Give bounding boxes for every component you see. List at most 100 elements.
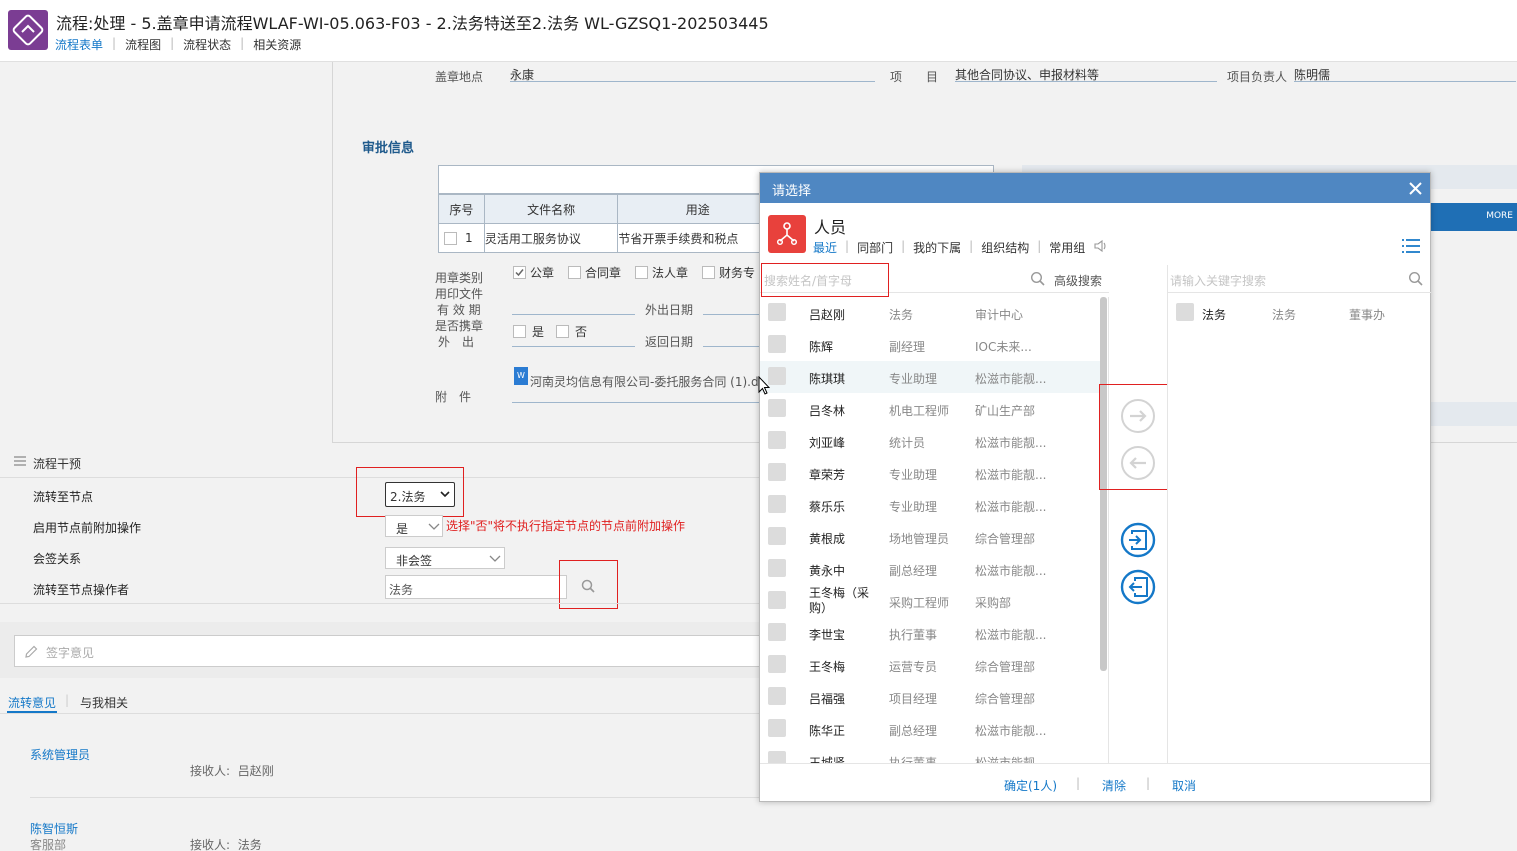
operator-input[interactable]: 法务: [385, 575, 567, 599]
search-icon[interactable]: [580, 578, 596, 594]
person-title: 专业助理: [889, 372, 938, 386]
table-header-seq: 序号: [438, 194, 485, 224]
validity-field[interactable]: [512, 299, 635, 315]
project-owner-value: 陈明儒: [1294, 68, 1331, 82]
person-name: 吕赵刚: [809, 308, 846, 322]
person-row[interactable]: 吕福强 项目经理 综合管理部: [760, 681, 1100, 713]
person-row[interactable]: 王冬梅（采购） 采购工程师 采购部: [760, 585, 1100, 617]
node-select[interactable]: 2.法务: [385, 482, 455, 507]
tab-related[interactable]: 与我相关: [80, 694, 128, 711]
remove-arrow-icon[interactable]: [1120, 445, 1156, 481]
comment-author[interactable]: 系统管理员: [30, 746, 90, 763]
clear-button[interactable]: 清除: [1102, 777, 1126, 794]
pre-op-label: 启用节点前附加操作: [33, 521, 142, 535]
person-row[interactable]: 刘亚峰 统计员 松滋市能靓...: [760, 425, 1100, 457]
selected-person-row[interactable]: 法务 法务 董事办: [1168, 297, 1430, 329]
row-checkbox[interactable]: [444, 232, 457, 245]
seal-type-checkbox-0[interactable]: [513, 266, 526, 279]
person-row[interactable]: 王冬梅 运营专员 综合管理部: [760, 649, 1100, 681]
person-row[interactable]: 陈琪琪 专业助理 松滋市能靓...: [760, 361, 1100, 393]
tab-resources[interactable]: 相关资源: [253, 36, 301, 53]
mouse-cursor-icon: [758, 376, 770, 396]
comment-author[interactable]: 陈智恒斯: [30, 820, 78, 837]
project-owner-field[interactable]: 陈明儒: [1294, 66, 1516, 82]
tab-common-groups[interactable]: 常用组: [1049, 239, 1085, 256]
person-row[interactable]: 陈辉 副经理 IOC未来...: [760, 329, 1100, 361]
tab-flowchart[interactable]: 流程图: [125, 36, 161, 53]
person-row[interactable]: 王城贤 执行董事 松滋市能靓...: [760, 745, 1100, 763]
receiver-value: 法务: [237, 838, 262, 851]
avatar: [1176, 303, 1194, 321]
comment-dept: 客服部: [30, 838, 67, 851]
add-arrow-icon[interactable]: [1120, 398, 1156, 434]
carry-field[interactable]: [512, 331, 635, 347]
person-row[interactable]: 吕冬林 机电工程师 矿山生产部: [760, 393, 1100, 425]
header-tabs: 流程表单 | 流程图 | 流程状态 | 相关资源: [55, 36, 301, 53]
person-row[interactable]: 蔡乐乐 专业助理 松滋市能靓...: [760, 489, 1100, 521]
tab-separator: |: [969, 239, 974, 253]
seal-type-checkbox-1[interactable]: [568, 266, 582, 279]
person-row[interactable]: 黄根成 场地管理员 综合管理部: [760, 521, 1100, 553]
window-header: 流程:处理 - 5.盖章申请流程WLAF-WI-05.063-F03 - 2.法…: [0, 0, 1517, 62]
tab-form[interactable]: 流程表单: [55, 36, 103, 53]
avatar: [768, 591, 786, 609]
item-field[interactable]: 其他合同协议、申报材料等: [955, 66, 1217, 82]
person-row[interactable]: 章荣芳 专业助理 松滋市能靓...: [760, 457, 1100, 489]
attachment-link[interactable]: 河南灵均信息有限公司-委托服务合同 (1).d: [530, 373, 759, 390]
selected-search-input[interactable]: 请输入关键字搜索: [1170, 272, 1266, 289]
tab-same-dept[interactable]: 同部门: [857, 239, 893, 256]
person-row[interactable]: 黄永中 副总经理 松滋市能靓...: [760, 553, 1100, 585]
countersign-select[interactable]: 非会签: [385, 547, 505, 569]
tab-flow-comments[interactable]: 流转意见: [8, 694, 56, 711]
seal-location-field[interactable]: 永康: [510, 66, 875, 82]
seal-type-checkbox-3[interactable]: [702, 266, 716, 279]
receiver-value: 吕赵刚: [237, 764, 274, 778]
comment-receiver: 接收人: 法务: [190, 836, 262, 851]
out-label: 外 出: [438, 335, 475, 349]
person-title: 机电工程师: [889, 404, 950, 418]
sign-input[interactable]: 签字意见: [14, 635, 774, 667]
pre-op-select[interactable]: 是: [385, 515, 443, 537]
person-name: 陈琪琪: [809, 372, 846, 386]
attachment-label: 附 件: [435, 390, 472, 404]
person-name: 陈辉: [809, 340, 834, 354]
return-date-field[interactable]: [703, 331, 759, 347]
receiver-label: 接收人:: [190, 838, 231, 851]
comment-receiver: 接收人: 吕赵刚: [190, 762, 274, 779]
more-link[interactable]: MORE: [1486, 211, 1513, 221]
search-icon[interactable]: [1030, 271, 1045, 286]
person-row[interactable]: 李世宝 执行董事 松滋市能靓...: [760, 617, 1100, 649]
avatar: [768, 367, 786, 385]
tab-subordinates[interactable]: 我的下属: [913, 239, 961, 256]
speaker-icon[interactable]: [1093, 239, 1109, 256]
tab-recent[interactable]: 最近: [813, 239, 837, 256]
people-list: 吕赵刚 法务 审计中心 陈辉 副经理 IOC未来... 陈琪琪 专业助理 松滋市能靓... …: [760, 297, 1109, 763]
word-file-icon: W: [514, 367, 528, 385]
seal-type-checkbox-2[interactable]: [635, 266, 649, 279]
person-row[interactable]: 陈华正 副总经理 松滋市能靓...: [760, 713, 1100, 745]
out-date-label: 外出日期: [645, 303, 694, 317]
advanced-search-link[interactable]: 高级搜索: [1054, 272, 1102, 289]
sign-placeholder: 签字意见: [46, 646, 95, 660]
cancel-button[interactable]: 取消: [1172, 777, 1196, 794]
node-select-value: 2.法务: [390, 490, 426, 504]
tab-org-structure[interactable]: 组织结构: [981, 239, 1029, 256]
seal-type-label: 用章类别: [435, 271, 484, 285]
out-date-field[interactable]: [703, 299, 759, 315]
add-all-icon[interactable]: [1120, 522, 1156, 558]
node-label: 流转至节点: [33, 490, 94, 504]
avatar: [768, 463, 786, 481]
tab-separator: |: [65, 693, 70, 707]
close-icon[interactable]: [1409, 182, 1422, 195]
remove-all-icon[interactable]: [1120, 569, 1156, 605]
person-row[interactable]: 吕赵刚 法务 审计中心: [760, 297, 1100, 329]
search-icon[interactable]: [1408, 271, 1423, 286]
confirm-button[interactable]: 确定(1人): [1004, 777, 1057, 794]
collapse-icon[interactable]: [14, 456, 26, 466]
person-name: 黄根成: [809, 532, 846, 546]
person-name: 章荣芳: [809, 468, 846, 482]
avatar: [768, 655, 786, 673]
list-menu-icon[interactable]: [1402, 239, 1420, 253]
avatar: [768, 687, 786, 705]
tab-status[interactable]: 流程状态: [183, 36, 231, 53]
